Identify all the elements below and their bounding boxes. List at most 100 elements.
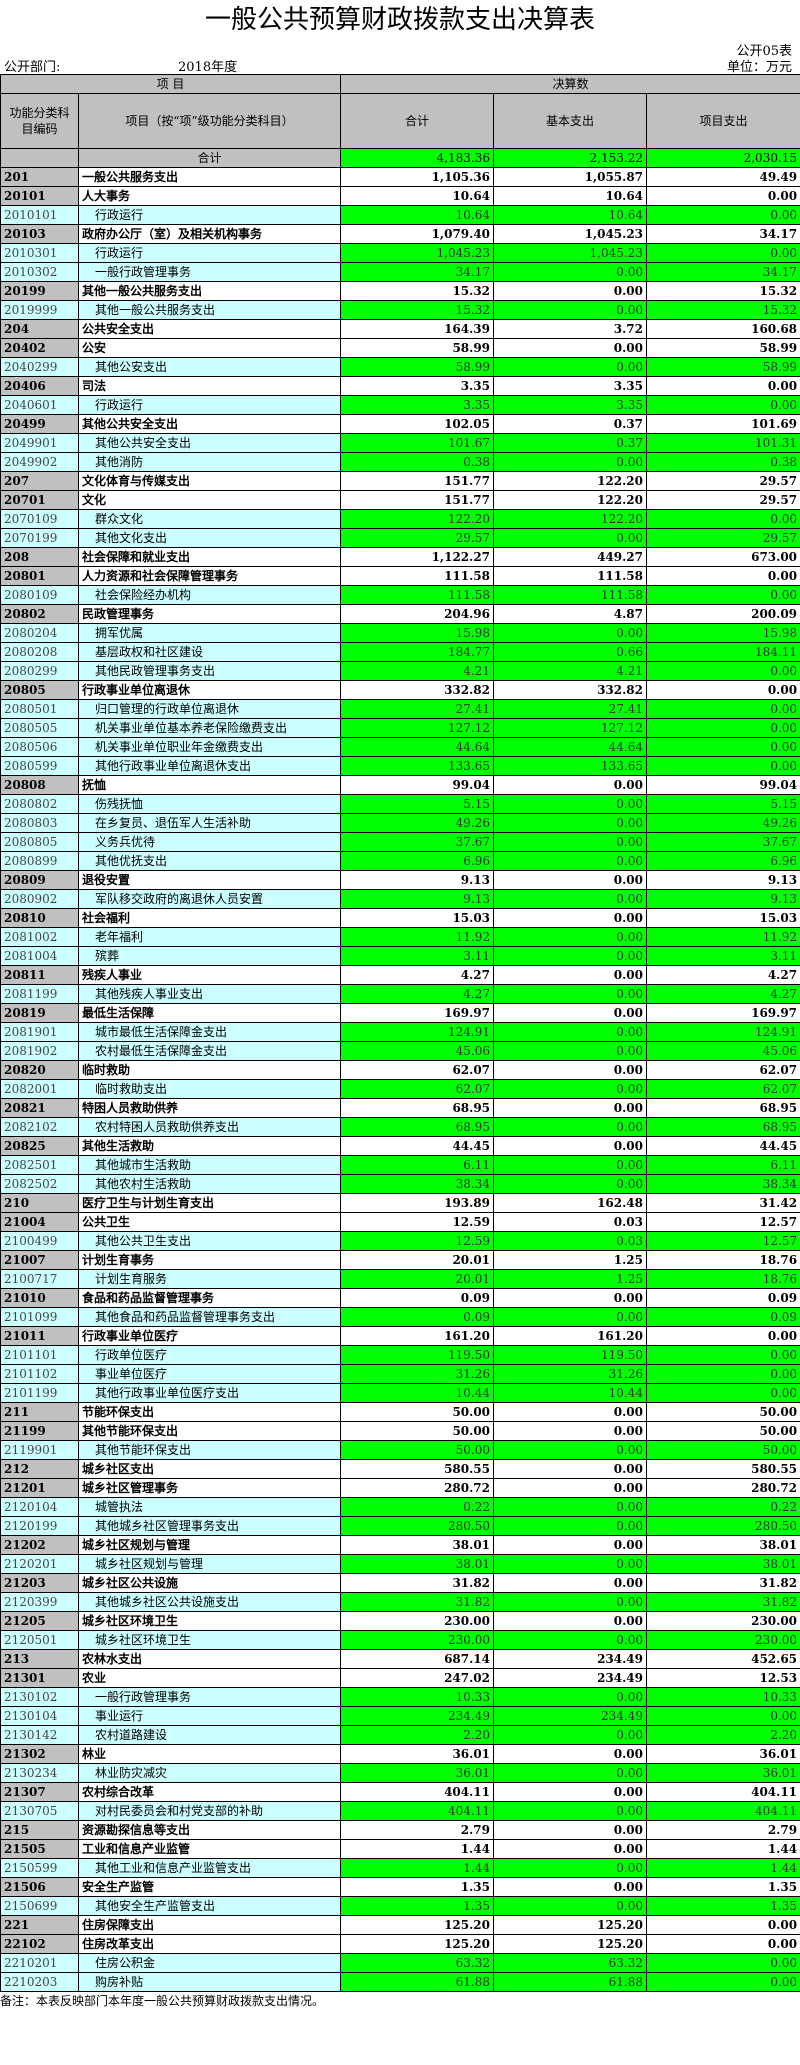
row-name: 农业 — [77, 1668, 342, 1688]
row-total: 332.82 — [340, 680, 495, 700]
row-name: 其他残疾人事业支出 — [77, 984, 342, 1004]
row-project: 2.79 — [646, 1820, 800, 1840]
row-project: 38.34 — [646, 1174, 800, 1194]
row-project: 38.01 — [646, 1535, 800, 1555]
row-total: 6.11 — [340, 1155, 495, 1175]
row-total: 3.35 — [340, 376, 495, 396]
row-basic: 122.20 — [493, 509, 648, 529]
row-total: 4.21 — [340, 661, 495, 681]
row-basic: 0.00 — [493, 528, 648, 548]
row-name: 军队移交政府的离退休人员安置 — [77, 889, 342, 909]
row-name: 农村最低生活保障金支出 — [77, 1041, 342, 1061]
row-total: 50.00 — [340, 1421, 495, 1441]
row-code: 21202 — [0, 1535, 79, 1555]
row-project: 101.31 — [646, 433, 800, 453]
row-name: 机关事业单位职业年金缴费支出 — [77, 737, 342, 757]
row-basic: 0.00 — [493, 1022, 648, 1042]
row-project: 29.57 — [646, 471, 800, 491]
row-project: 0.00 — [646, 680, 800, 700]
row-code: 2080109 — [0, 585, 79, 605]
table-row: 2040601 行政运行 3.35 3.35 0.00 — [0, 395, 800, 415]
row-total: 119.50 — [340, 1345, 495, 1365]
row-project: 0.00 — [646, 1972, 800, 1992]
row-total: 31.26 — [340, 1364, 495, 1384]
row-code: 212 — [0, 1459, 79, 1479]
row-total: 3.11 — [340, 946, 495, 966]
row-name: 归口管理的行政单位离退休 — [77, 699, 342, 719]
row-basic: 0.00 — [493, 1117, 648, 1137]
row-project: 36.01 — [646, 1763, 800, 1783]
row-basic: 10.44 — [493, 1383, 648, 1403]
row-project: 0.00 — [646, 1934, 800, 1954]
row-code: 2130142 — [0, 1725, 79, 1745]
row-project: 44.45 — [646, 1136, 800, 1156]
row-name: 城乡社区环境卫生 — [77, 1630, 342, 1650]
row-name: 其他公安支出 — [77, 357, 342, 377]
table-row: 2082502 其他农村生活救助 38.34 0.00 38.34 — [0, 1174, 800, 1194]
row-total: 230.00 — [340, 1611, 495, 1631]
table-row: 2080902 军队移交政府的离退休人员安置 9.13 0.00 9.13 — [0, 889, 800, 909]
row-code: 20819 — [0, 1003, 79, 1023]
table-row: 21004 公共卫生 12.59 0.03 12.57 — [0, 1212, 800, 1232]
table-row: 22102 住房改革支出 125.20 125.20 0.00 — [0, 1934, 800, 1954]
row-name: 临时救助支出 — [77, 1079, 342, 1099]
row-project: 0.00 — [646, 1953, 800, 1973]
row-name: 其他文化支出 — [77, 528, 342, 548]
row-code: 2082102 — [0, 1117, 79, 1137]
row-code: 21301 — [0, 1668, 79, 1688]
row-name: 其他城乡社区公共设施支出 — [77, 1592, 342, 1612]
row-total: 169.97 — [340, 1003, 495, 1023]
row-total: 50.00 — [340, 1440, 495, 1460]
row-project: 2,030.15 — [646, 148, 800, 168]
row-basic: 4.87 — [493, 604, 648, 624]
row-code: 2070109 — [0, 509, 79, 529]
table-row: 207 文化体育与传媒支出 151.77 122.20 29.57 — [0, 471, 800, 491]
row-basic: 0.00 — [493, 1041, 648, 1061]
row-name: 计划生育服务 — [77, 1269, 342, 1289]
row-basic: 0.00 — [493, 889, 648, 909]
header-project: 项目支出 — [646, 93, 800, 149]
table-row: 2010301 行政运行 1,045.23 1,045.23 0.00 — [0, 243, 800, 263]
table-body: 合计 4,183.36 2,153.22 2,030.15 201 一般公共服务支出 1,1… — [0, 148, 800, 1992]
row-total: 193.89 — [340, 1193, 495, 1213]
row-code: 2119901 — [0, 1440, 79, 1460]
row-project: 404.11 — [646, 1801, 800, 1821]
row-project: 0.09 — [646, 1307, 800, 1327]
table-row: 2120104 城管执法 0.22 0.00 0.22 — [0, 1497, 800, 1517]
row-total: 0.09 — [340, 1307, 495, 1327]
row-code: 21205 — [0, 1611, 79, 1631]
row-total: 34.17 — [340, 262, 495, 282]
department-label: 公开部门: — [4, 60, 61, 75]
row-total: 15.03 — [340, 908, 495, 928]
table-row: 2130142 农村道路建设 2.20 0.00 2.20 — [0, 1725, 800, 1745]
table-row: 20819 最低生活保障 169.97 0.00 169.97 — [0, 1003, 800, 1023]
row-code: 2080802 — [0, 794, 79, 814]
table-row: 20805 行政事业单位离退休 332.82 332.82 0.00 — [0, 680, 800, 700]
row-project: 230.00 — [646, 1630, 800, 1650]
row-basic: 0.00 — [493, 1174, 648, 1194]
row-basic: 0.00 — [493, 813, 648, 833]
row-project: 0.00 — [646, 699, 800, 719]
row-name: 文化 — [77, 490, 342, 510]
row-basic: 234.49 — [493, 1668, 648, 1688]
fiscal-year: 2018年度 — [178, 60, 238, 75]
row-basic: 125.20 — [493, 1915, 648, 1935]
row-basic: 0.00 — [493, 1573, 648, 1593]
table-row: 212 城乡社区支出 580.55 0.00 580.55 — [0, 1459, 800, 1479]
row-project: 29.57 — [646, 528, 800, 548]
row-basic: 0.00 — [493, 927, 648, 947]
row-basic: 0.00 — [493, 1554, 648, 1574]
row-project: 0.00 — [646, 661, 800, 681]
table-row: 2080208 基层政权和社区建设 184.77 0.66 184.11 — [0, 642, 800, 662]
row-basic: 10.64 — [493, 186, 648, 206]
row-name: 事业单位医疗 — [77, 1364, 342, 1384]
row-basic: 0.00 — [493, 984, 648, 1004]
row-code: 2081002 — [0, 927, 79, 947]
row-basic: 2,153.22 — [493, 148, 648, 168]
row-basic: 0.00 — [493, 832, 648, 852]
row-total: 4.27 — [340, 984, 495, 1004]
table-row: 2120201 城乡社区规划与管理 38.01 0.00 38.01 — [0, 1554, 800, 1574]
row-total: 0.38 — [340, 452, 495, 472]
row-code: 2081199 — [0, 984, 79, 1004]
row-project: 1.44 — [646, 1858, 800, 1878]
